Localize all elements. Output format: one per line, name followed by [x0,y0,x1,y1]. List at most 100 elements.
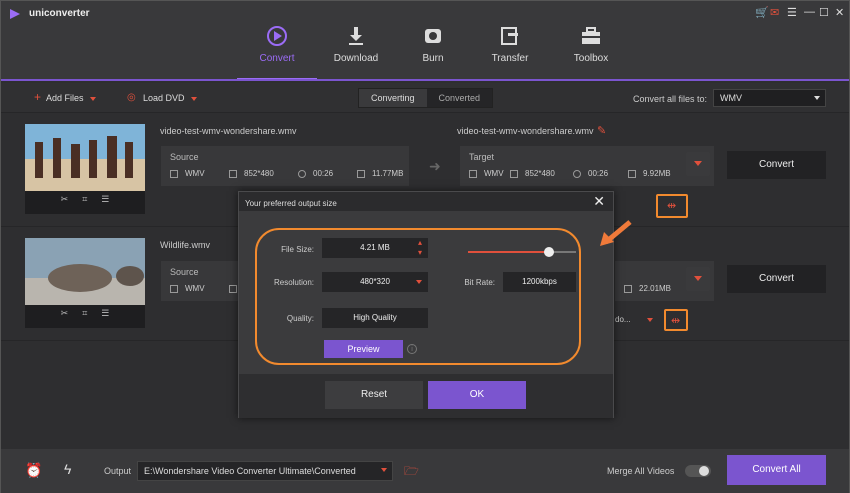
tab-label: Transfer [491,53,529,64]
target-format-dropdown[interactable] [686,152,710,176]
minimize-icon[interactable]: — [804,6,815,18]
compress-icon: ⇹ [671,315,681,327]
menu-icon[interactable]: ☰ [787,6,797,19]
chevron-down-icon [89,96,96,101]
chevron-down-icon [694,161,702,166]
speed-icon[interactable]: ϟ [64,461,71,477]
add-files-label: Add Files [46,93,84,103]
resolution-icon [229,284,237,293]
output-label: Output [104,466,132,476]
trim-icon[interactable]: ✂ [61,308,69,326]
dialog-title: Your preferred output size [245,199,337,208]
convert-all-format-select[interactable]: WMV [713,89,826,107]
add-files-button[interactable]: + Add Files [34,90,96,104]
chevron-down-icon [381,468,387,472]
merge-toggle[interactable] [685,465,711,477]
source-label: Source [170,267,199,277]
chevron-down-icon [190,96,197,101]
folder-open-icon[interactable]: 🗁 [404,462,419,483]
dialog-footer: Reset OK [239,374,613,418]
source-resolution: 852*480 [244,169,274,178]
file-size-value: 4.21 MB [360,243,390,252]
tab-converting[interactable]: Converting [359,89,427,107]
gift-icon[interactable]: ✉ [770,6,779,19]
target-size: 9.92MB [643,169,671,178]
crop-icon[interactable]: ⌗ [82,194,87,212]
bitrate-field[interactable]: 1200kbps [503,272,576,292]
chevron-down-icon[interactable] [647,318,653,322]
tab-download[interactable]: Download [321,25,391,77]
target-file-name: video-test-wmv-wondershare.wmv [457,126,594,136]
resolution-label: Resolution: [273,278,314,287]
file-size-label: File Size: [281,245,314,254]
cart-icon[interactable]: 🛒 [755,6,769,19]
compress-icon: ⇹ [667,200,677,212]
edit-name-icon[interactable]: ✎ [597,124,606,137]
thumbnail[interactable]: ✂ ⌗ ☰ [25,124,145,214]
source-size: 11.77MB [372,169,404,178]
target-size: 22.01MB [639,284,672,293]
tab-label: Toolbox [573,53,609,64]
tab-toolbox[interactable]: Toolbox [556,25,626,77]
load-dvd-button[interactable]: ◎ Load DVD [127,92,197,103]
duration-icon [573,169,581,178]
trim-icon[interactable]: ✂ [61,194,69,212]
source-values: WMV 852*480 00:26 11.77MB [170,169,403,178]
target-values: WMV 852*480 00:26 9.92MB [469,169,671,178]
tab-transfer[interactable]: Transfer [475,25,545,77]
convert-button[interactable]: Convert [727,151,826,179]
preview-button[interactable]: Preview [324,340,403,358]
tab-label: Download [333,53,379,64]
convert-all-to-label: Convert all files to: [633,94,708,104]
thumbnail[interactable]: ✂ ⌗ ☰ [25,238,145,328]
compress-button[interactable]: ⇹ [664,309,688,331]
schedule-icon[interactable]: ⏰ [25,462,42,479]
info-icon[interactable]: i [407,344,417,354]
effects-icon[interactable]: ☰ [101,308,109,326]
close-icon[interactable]: ✕ [593,193,605,210]
folder-icon [628,169,636,178]
video-thumbnail-image [25,124,145,191]
format-icon [170,169,178,178]
folder-icon [357,169,365,178]
stepper-icon[interactable]: ▴ ▾ [418,238,422,258]
convert-all-button[interactable]: Convert All [727,455,826,485]
output-path-select[interactable]: E:\Wondershare Video Converter Ultimate\… [137,461,393,481]
reset-button[interactable]: Reset [325,381,423,409]
tab-burn[interactable]: Burn [398,25,468,77]
chevron-down-icon [416,280,422,284]
ok-button[interactable]: OK [428,381,526,409]
edit-tools: ✂ ⌗ ☰ [25,194,145,212]
device-select-partial[interactable]: do... [615,315,631,324]
merge-label: Merge All Videos [607,466,675,476]
compress-button[interactable]: ⇹ [656,194,688,218]
file-size-input[interactable]: 4.21 MB ▴ ▾ [322,238,428,258]
slider-handle[interactable] [544,247,554,257]
close-icon[interactable]: ✕ [835,6,844,19]
file-name: video-test-wmv-wondershare.wmv [160,126,297,136]
tab-convert[interactable]: Convert [242,25,312,77]
tab-label: Convert [259,53,295,64]
arrow-right-icon: ➜ [429,158,441,174]
output-path: E:\Wondershare Video Converter Ultimate\… [144,466,356,476]
format-icon [469,169,477,178]
status-segment: Converting Converted [358,88,494,108]
resolution-select[interactable]: 480*320 [322,272,428,292]
resolution-value: 480*320 [360,277,390,286]
file-name: Wildlife.wmv [160,240,211,250]
target-format-dropdown[interactable] [686,267,710,291]
tab-converted[interactable]: Converted [427,89,493,107]
video-thumbnail-image [25,238,145,305]
slider-fill [468,251,549,253]
convert-button[interactable]: Convert [727,265,826,293]
load-dvd-label: Load DVD [143,93,185,103]
resolution-icon [510,169,518,178]
burn-icon [425,29,441,43]
edit-tools: ✂ ⌗ ☰ [25,308,145,326]
crop-icon[interactable]: ⌗ [82,308,87,326]
bitrate-label: Bit Rate: [464,278,495,287]
quality-field[interactable]: High Quality [322,308,428,328]
target-info: 22.01MB [615,261,714,301]
maximize-icon[interactable]: ☐ [819,6,829,19]
effects-icon[interactable]: ☰ [101,194,109,212]
